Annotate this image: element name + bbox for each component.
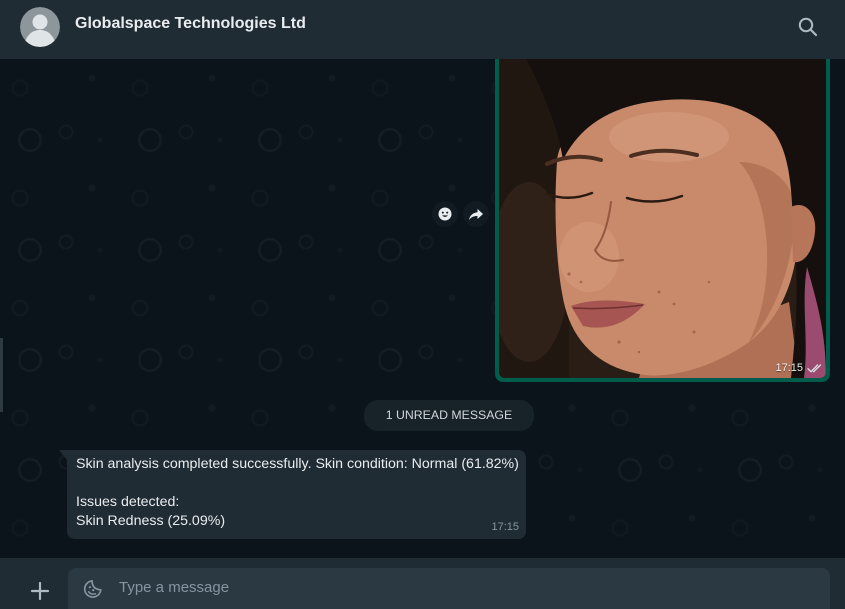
- contact-avatar[interactable]: [20, 7, 60, 47]
- message-time: 17:15: [491, 521, 519, 533]
- panel-edge: [0, 338, 3, 412]
- contact-name[interactable]: Globalspace Technologies Ltd: [75, 14, 306, 34]
- emoji-button[interactable]: [82, 578, 104, 600]
- default-avatar-icon: [20, 7, 60, 47]
- search-button[interactable]: [796, 15, 820, 39]
- composer: [0, 558, 845, 609]
- emoji-reaction-icon: [438, 207, 452, 221]
- message-text: Skin analysis completed successfully. Sk…: [76, 456, 519, 529]
- attach-button[interactable]: [28, 579, 52, 603]
- chat-photo[interactable]: [499, 42, 826, 378]
- photo-face: [555, 93, 800, 378]
- emoji-icon: [83, 580, 102, 598]
- react-button[interactable]: [432, 201, 458, 227]
- chat-header: Globalspace Technologies Ltd: [0, 0, 845, 59]
- forward-button[interactable]: [463, 201, 489, 227]
- unread-divider: 1 UNREAD MESSAGE: [364, 400, 534, 431]
- bubble-tail: [59, 450, 67, 460]
- search-icon: [798, 17, 818, 37]
- message-input-box[interactable]: [68, 568, 830, 609]
- message-input[interactable]: [119, 568, 819, 606]
- forward-icon: [469, 209, 483, 220]
- plus-icon: [30, 581, 50, 601]
- message-incoming[interactable]: Skin analysis completed successfully. Sk…: [59, 450, 526, 539]
- chat-window: Globalspace Technologies Ltd 17:15 1 UNR…: [0, 0, 845, 609]
- message-meta: 17:15: [775, 361, 823, 375]
- message-time: 17:15: [775, 362, 803, 374]
- message-outgoing-image[interactable]: 17:15: [495, 38, 830, 382]
- double-check-icon: [807, 363, 822, 372]
